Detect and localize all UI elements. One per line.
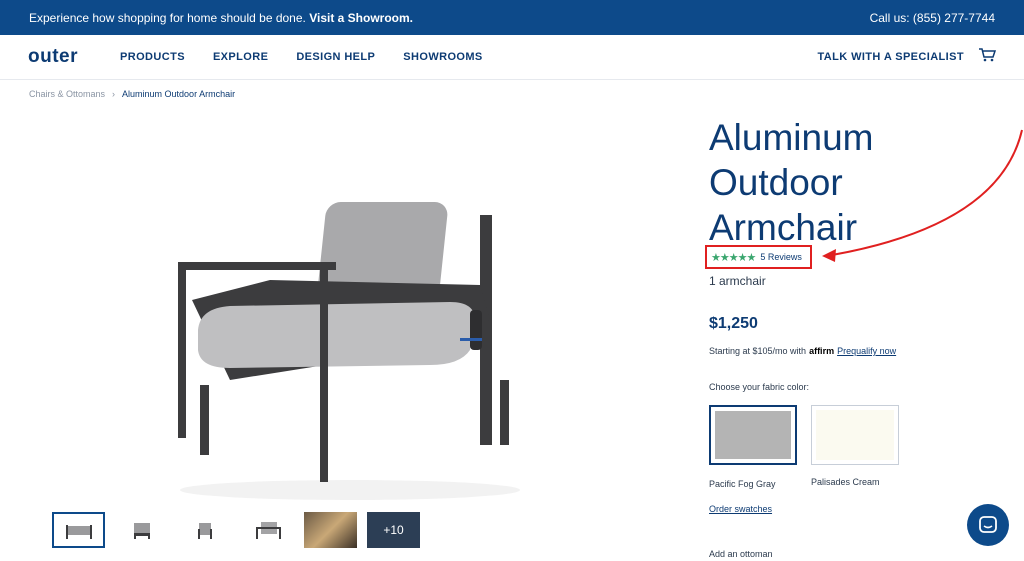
nav-showrooms[interactable]: SHOWROOMS bbox=[403, 51, 482, 63]
financing-text: Starting at $105/mo with bbox=[709, 346, 807, 356]
product-price: $1,250 bbox=[709, 315, 758, 332]
thumbnail-3[interactable] bbox=[178, 512, 231, 548]
order-swatches-link[interactable]: Order swatches bbox=[709, 504, 772, 514]
promo-message: Experience how shopping for home should … bbox=[29, 11, 413, 25]
swatch-pacific-fog-gray[interactable] bbox=[709, 405, 797, 465]
nav-explore[interactable]: EXPLORE bbox=[213, 51, 268, 63]
add-ottoman-label: Add an ottoman bbox=[709, 549, 773, 559]
nav-products[interactable]: PRODUCTS bbox=[120, 51, 185, 63]
breadcrumb-current: Aluminum Outdoor Armchair bbox=[122, 89, 236, 99]
thumbnail-1[interactable] bbox=[52, 512, 105, 548]
breadcrumb: Chairs & Ottomans › Aluminum Outdoor Arm… bbox=[29, 89, 235, 99]
chat-button[interactable] bbox=[967, 504, 1009, 546]
thumbnail-2[interactable] bbox=[115, 512, 168, 548]
star-rating-icon: ★★★★★ bbox=[711, 251, 756, 264]
phone-link[interactable]: Call us: (855) 277-7744 bbox=[870, 11, 995, 25]
logo[interactable]: outer bbox=[28, 46, 78, 68]
thumbnail-5[interactable] bbox=[304, 512, 357, 548]
reviews-highlight: ★★★★★ 5 Reviews bbox=[705, 245, 812, 269]
chevron-right-icon: › bbox=[112, 89, 116, 99]
financing-info: Starting at $105/mo with affirm Prequali… bbox=[709, 346, 896, 356]
gallery-thumbnails: +10 bbox=[52, 512, 420, 548]
swatch-palisades-cream[interactable] bbox=[811, 405, 899, 465]
pack-size: 1 armchair bbox=[709, 274, 766, 288]
nav-design-help[interactable]: DESIGN HELP bbox=[296, 51, 375, 63]
cart-icon[interactable] bbox=[978, 47, 997, 68]
promo-text: Experience how shopping for home should … bbox=[29, 10, 306, 25]
reviews-link[interactable]: 5 Reviews bbox=[760, 252, 802, 262]
product-image bbox=[178, 202, 520, 500]
chat-icon bbox=[979, 516, 997, 533]
swatch-color bbox=[715, 411, 791, 459]
affirm-logo: affirm bbox=[809, 346, 835, 356]
thumbnail-4[interactable] bbox=[241, 512, 294, 548]
fabric-label: Choose your fabric color: bbox=[709, 382, 810, 392]
prequalify-link[interactable]: Prequalify now bbox=[837, 346, 896, 356]
breadcrumb-parent[interactable]: Chairs & Ottomans bbox=[29, 89, 105, 99]
product-title: Aluminum Outdoor Armchair bbox=[709, 117, 874, 248]
nav-right: TALK WITH A SPECIALIST bbox=[818, 47, 997, 68]
swatch-name: Palisades Cream bbox=[811, 477, 880, 487]
promo-bar: Experience how shopping for home should … bbox=[0, 0, 1024, 35]
swatch-name: Pacific Fog Gray bbox=[709, 479, 776, 489]
visit-showroom-link[interactable]: Visit a Showroom. bbox=[309, 11, 413, 25]
swatch-color bbox=[816, 410, 894, 460]
main-nav: outer PRODUCTS EXPLORE DESIGN HELP SHOWR… bbox=[0, 35, 1024, 80]
thumbnail-more[interactable]: +10 bbox=[367, 512, 420, 548]
talk-specialist-link[interactable]: TALK WITH A SPECIALIST bbox=[818, 51, 965, 63]
